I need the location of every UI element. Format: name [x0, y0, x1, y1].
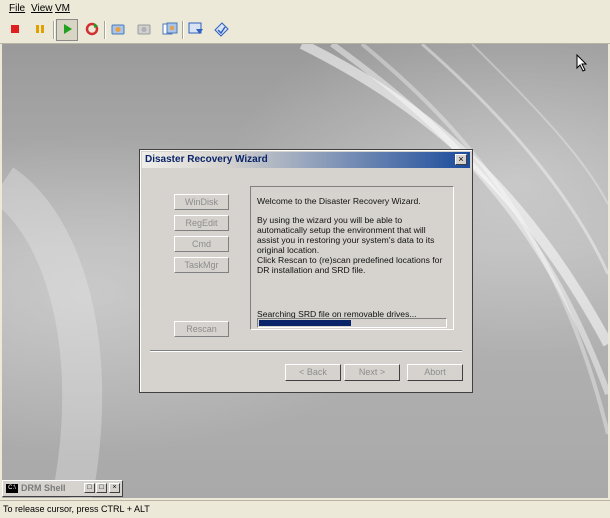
taskmgr-button[interactable]: TaskMgr: [174, 257, 229, 273]
wizard-info-panel: Welcome to the Disaster Recovery Wizard.…: [250, 186, 454, 330]
toolbar-separator: [104, 21, 106, 39]
status-bar: To release cursor, press CTRL + ALT: [0, 500, 610, 518]
toolbar-separator: [182, 21, 184, 39]
maximize-icon[interactable]: □: [96, 483, 107, 493]
rescan-hint-text: Click Rescan to (re)scan predefined loca…: [257, 255, 443, 275]
drm-shell-minimized-window[interactable]: C:\ DRM Shell □ □ ×: [2, 480, 123, 497]
menu-bar: File View VM: [0, 0, 610, 17]
guest-desktop[interactable]: Disaster Recovery Wizard × WinDisk RegEd…: [2, 44, 608, 498]
menu-file[interactable]: File: [9, 3, 25, 14]
progress-fill: [259, 320, 351, 326]
close-button[interactable]: ×: [455, 154, 467, 165]
revert-snapshot-icon: [136, 21, 152, 40]
close-icon[interactable]: ×: [109, 483, 120, 493]
dialog-divider: [150, 350, 462, 352]
stop-icon: [9, 23, 21, 38]
next-button[interactable]: Next >: [344, 364, 400, 381]
intro-text: By using the wizard you will be able to …: [257, 215, 435, 255]
abort-button[interactable]: Abort: [407, 364, 463, 381]
stop-button[interactable]: [4, 19, 26, 41]
console-icon: C:\: [6, 484, 18, 493]
mouse-cursor-icon: [576, 54, 588, 72]
snapshot-button[interactable]: [107, 19, 129, 41]
cmd-button[interactable]: Cmd: [174, 236, 229, 252]
snapshot-icon: [110, 21, 126, 40]
pause-button[interactable]: [29, 19, 51, 41]
unity-button[interactable]: [210, 19, 232, 41]
unity-icon: [213, 21, 229, 40]
windisk-button[interactable]: WinDisk: [174, 194, 229, 210]
pause-icon: [34, 23, 46, 38]
toolbar: [0, 17, 610, 44]
disaster-recovery-dialog: Disaster Recovery Wizard × WinDisk RegEd…: [139, 149, 473, 393]
play-icon: [61, 23, 73, 38]
dialog-title-bar[interactable]: Disaster Recovery Wizard ×: [142, 152, 470, 168]
revert-snapshot-button[interactable]: [133, 19, 155, 41]
snapshot-manager-button[interactable]: [159, 19, 181, 41]
back-button[interactable]: < Back: [285, 364, 341, 381]
console-title: DRM Shell: [21, 483, 66, 493]
restore-icon[interactable]: □: [84, 483, 95, 493]
fullscreen-button[interactable]: [185, 19, 207, 41]
play-button[interactable]: [56, 19, 78, 41]
welcome-text: Welcome to the Disaster Recovery Wizard.: [257, 196, 421, 206]
reset-icon: [85, 22, 99, 39]
rescan-button[interactable]: Rescan: [174, 321, 229, 337]
regedit-button[interactable]: RegEdit: [174, 215, 229, 231]
menu-view[interactable]: View: [31, 3, 53, 14]
status-bar-text: To release cursor, press CTRL + ALT: [3, 504, 150, 514]
fullscreen-icon: [188, 21, 204, 40]
dialog-title: Disaster Recovery Wizard: [145, 154, 268, 165]
snapshot-manager-icon: [162, 21, 178, 40]
toolbar-separator: [53, 21, 55, 39]
menu-vm[interactable]: VM: [55, 3, 70, 14]
progress-bar: [257, 318, 447, 328]
close-icon: ×: [458, 154, 464, 164]
reset-button[interactable]: [81, 19, 103, 41]
